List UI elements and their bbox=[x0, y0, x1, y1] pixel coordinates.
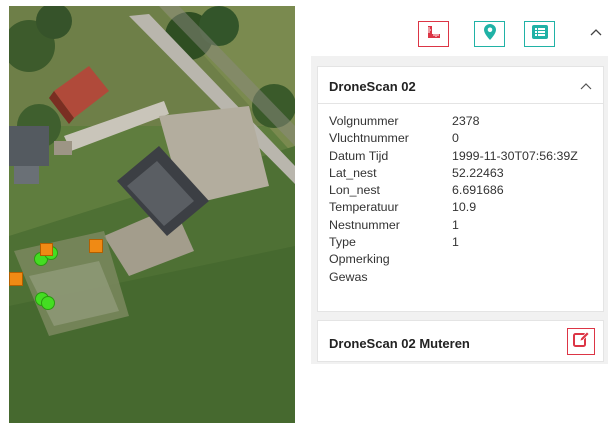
detail-label: Type bbox=[329, 235, 356, 250]
list-button[interactable] bbox=[524, 21, 555, 47]
edit-icon bbox=[573, 331, 590, 352]
collapse-panel-button[interactable] bbox=[588, 24, 604, 40]
side-panel: DroneScan 02 Volgnummer 2378 Vluchtnummer… bbox=[311, 14, 608, 364]
card-title: DroneScan 02 bbox=[329, 79, 416, 94]
detail-row: Volgnummer 2378 bbox=[318, 114, 603, 131]
panel-toolbar bbox=[311, 14, 608, 56]
detail-row: Gewas bbox=[318, 270, 603, 287]
detail-row: Nestnummer 1 bbox=[318, 218, 603, 235]
measure-button[interactable] bbox=[418, 21, 449, 47]
detail-label: Lat_nest bbox=[329, 165, 377, 180]
detail-label: Datum Tijd bbox=[329, 148, 389, 163]
scan-marker-orange[interactable] bbox=[89, 239, 103, 253]
detail-row: Vluchtnummer 0 bbox=[318, 131, 603, 148]
detail-label: Vluchtnummer bbox=[329, 131, 409, 146]
detail-value: 2378 bbox=[452, 114, 480, 128]
detail-label: Opmerking bbox=[329, 252, 390, 267]
chevron-up-icon[interactable] bbox=[579, 79, 593, 93]
detail-row: Lon_nest 6.691686 bbox=[318, 183, 603, 200]
ruler-icon bbox=[426, 24, 442, 45]
detail-label: Nestnummer bbox=[329, 217, 400, 232]
aerial-map[interactable] bbox=[9, 6, 295, 423]
edit-button[interactable] bbox=[567, 328, 595, 355]
detail-value: 0 bbox=[452, 131, 459, 146]
detail-row: Temperatuur 10.9 bbox=[318, 200, 603, 217]
detail-value: 1 bbox=[452, 235, 459, 250]
detail-value: 6.691686 bbox=[452, 183, 504, 198]
list-icon bbox=[531, 24, 548, 44]
chevron-up-icon bbox=[590, 23, 602, 41]
map-marker-icon bbox=[483, 23, 496, 45]
detail-row: Lat_nest 52.22463 bbox=[318, 166, 603, 183]
details-card: DroneScan 02 Volgnummer 2378 Vluchtnummer… bbox=[317, 66, 604, 312]
detail-row: Type 1 bbox=[318, 235, 603, 252]
detail-row: Opmerking bbox=[318, 252, 603, 269]
details-card-header[interactable]: DroneScan 02 bbox=[318, 67, 603, 104]
detail-value: 1999-11-30T07:56:39Z bbox=[452, 148, 578, 163]
details-list: Volgnummer 2378 Vluchtnummer 0 Datum Tijd 1… bbox=[318, 104, 603, 287]
scan-marker-orange[interactable] bbox=[40, 243, 53, 256]
detail-row: Datum Tijd 1999-11-30T07:56:39Z bbox=[318, 149, 603, 166]
edit-card-title: DroneScan 02 Muteren bbox=[329, 336, 470, 351]
detail-label: Volgnummer bbox=[329, 114, 399, 128]
nest-marker-green[interactable] bbox=[41, 296, 55, 310]
detail-label: Lon_nest bbox=[329, 183, 380, 198]
detail-label: Gewas bbox=[329, 269, 368, 284]
detail-value: 10.9 bbox=[452, 200, 477, 215]
detail-value: 52.22463 bbox=[452, 165, 504, 180]
edit-card: DroneScan 02 Muteren bbox=[317, 320, 604, 362]
scan-marker-orange[interactable] bbox=[9, 272, 23, 286]
detail-label: Temperatuur bbox=[329, 200, 399, 215]
location-button[interactable] bbox=[474, 21, 505, 47]
detail-value: 1 bbox=[452, 217, 459, 232]
